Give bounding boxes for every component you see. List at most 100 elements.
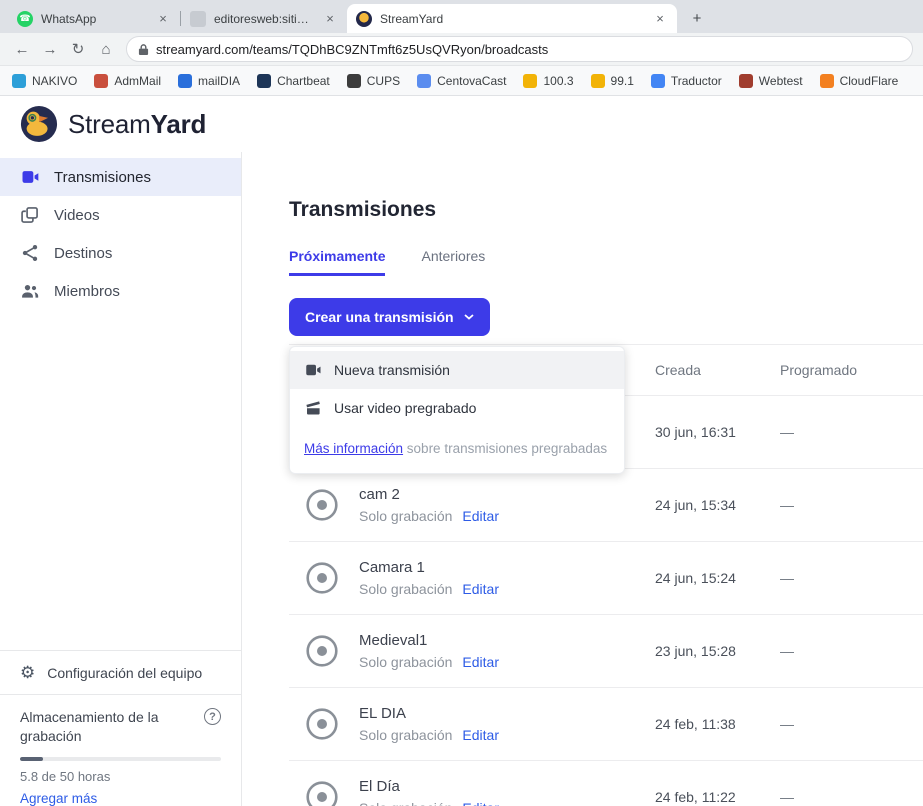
broadcast-type: Solo grabación — [359, 727, 452, 743]
column-created: Creada — [655, 362, 780, 378]
edit-link[interactable]: Editar — [462, 654, 499, 670]
browser-tab-editoresweb[interactable]: editoresweb:sitioweb:eldia.co — [181, 4, 347, 33]
bookmark-icon — [94, 74, 108, 88]
bookmark-label: mailDIA — [198, 74, 240, 88]
bookmark-cups[interactable]: CUPS — [347, 74, 400, 88]
broadcast-title: Camara 1 — [359, 559, 499, 576]
tab-proximamente[interactable]: Próximamente — [289, 248, 385, 276]
bookmark-label: AdmMail — [114, 74, 161, 88]
browser-tab-whatsapp[interactable]: WhatsApp — [8, 4, 180, 33]
bookmark-webtest[interactable]: Webtest — [739, 74, 803, 88]
team-settings-button[interactable]: Configuración del equipo — [0, 650, 241, 694]
help-icon[interactable] — [204, 708, 221, 725]
broadcast-type: Solo grabación — [359, 654, 452, 670]
bookmark-cloudflare[interactable]: CloudFlare — [820, 74, 899, 88]
reload-button[interactable] — [66, 37, 90, 61]
broadcast-meta: Medieval1 Solo grabación Editar — [359, 632, 499, 670]
browser-window: WhatsApp editoresweb:sitioweb:eldia.co S… — [0, 0, 923, 806]
storage-panel: Almacenamiento de la grabación 5.8 de 50… — [0, 694, 241, 806]
broadcast-scheduled: — — [780, 570, 923, 586]
broadcast-scheduled: — — [780, 424, 923, 440]
menu-item-prerecorded-video[interactable]: Usar video pregrabado — [290, 389, 624, 427]
recording-icon — [305, 780, 339, 806]
browser-tab-strip: WhatsApp editoresweb:sitioweb:eldia.co S… — [0, 0, 923, 33]
sidebar: Transmisiones Videos Destinos — [0, 152, 242, 806]
broadcast-info: EL DIA Solo grabación Editar — [289, 705, 655, 743]
broadcast-scheduled: — — [780, 716, 923, 732]
bookmark-label: CentovaCast — [437, 74, 506, 88]
bookmark-label: NAKIVO — [32, 74, 77, 88]
bookmark-icon — [651, 74, 665, 88]
bookmark-icon — [347, 74, 361, 88]
bookmark-100-3[interactable]: 100.3 — [523, 74, 573, 88]
tab-close-icon[interactable] — [322, 11, 338, 27]
table-row[interactable]: El Día Solo grabación Editar 24 feb, 11:… — [289, 761, 923, 806]
bookmark-icon — [739, 74, 753, 88]
brand-yard: Yard — [151, 109, 207, 139]
broadcast-info: Medieval1 Solo grabación Editar — [289, 632, 655, 670]
storage-progress-fill — [20, 757, 43, 761]
bookmark-icon — [12, 74, 26, 88]
sidebar-item-miembros[interactable]: Miembros — [0, 272, 241, 310]
menu-item-label: Usar video pregrabado — [334, 400, 476, 416]
share-icon — [20, 243, 40, 263]
bookmark-icon — [417, 74, 431, 88]
bookmark-icon — [523, 74, 537, 88]
broadcast-scheduled: — — [780, 643, 923, 659]
table-row[interactable]: Camara 1 Solo grabación Editar 24 jun, 1… — [289, 542, 923, 615]
streamyard-icon — [356, 11, 372, 27]
bookmark-traductor[interactable]: Traductor — [651, 74, 722, 88]
bookmark-icon — [591, 74, 605, 88]
lock-icon — [138, 43, 149, 56]
browser-tab-streamyard[interactable]: StreamYard — [347, 4, 677, 33]
new-tab-button[interactable] — [685, 6, 709, 30]
bookmark-maildia[interactable]: mailDIA — [178, 74, 240, 88]
broadcast-created: 24 feb, 11:38 — [655, 716, 780, 732]
bookmark-admmail[interactable]: AdmMail — [94, 74, 161, 88]
video-camera-icon — [20, 167, 40, 187]
recording-icon — [305, 634, 339, 668]
learn-more-link[interactable]: Más información — [304, 441, 403, 456]
bookmark-99-1[interactable]: 99.1 — [591, 74, 634, 88]
app-body: Transmisiones Videos Destinos — [0, 152, 923, 806]
bookmark-label: CloudFlare — [840, 74, 899, 88]
tab-anteriores[interactable]: Anteriores — [421, 248, 485, 276]
brand-stream: Stream — [68, 109, 151, 139]
whatsapp-icon — [17, 11, 33, 27]
bookmark-label: Traductor — [671, 74, 722, 88]
broadcast-title: Medieval1 — [359, 632, 499, 649]
edit-link[interactable]: Editar — [462, 508, 499, 524]
sidebar-spacer — [0, 310, 241, 650]
broadcast-meta: El Día Solo grabación Editar — [359, 778, 499, 806]
forward-button[interactable] — [38, 37, 62, 61]
sidebar-item-destinos[interactable]: Destinos — [0, 234, 241, 272]
create-broadcast-area: Crear una transmisión Nueva transmisión — [289, 298, 490, 336]
table-row[interactable]: Medieval1 Solo grabación Editar 23 jun, … — [289, 615, 923, 688]
bookmark-label: Webtest — [759, 74, 803, 88]
broadcast-created: 24 jun, 15:34 — [655, 497, 780, 513]
edit-link[interactable]: Editar — [462, 581, 499, 597]
sidebar-item-transmisiones[interactable]: Transmisiones — [0, 158, 241, 196]
bookmark-nakivo[interactable]: NAKIVO — [12, 74, 77, 88]
tab-close-icon[interactable] — [155, 11, 171, 27]
add-more-link[interactable]: Agregar más — [20, 791, 221, 806]
bookmark-chartbeat[interactable]: Chartbeat — [257, 74, 330, 88]
home-button[interactable] — [94, 37, 118, 61]
edit-link[interactable]: Editar — [462, 800, 499, 806]
address-bar[interactable]: streamyard.com/teams/TQDhBC9ZNTmft6z5UsQ… — [126, 36, 913, 62]
bookmark-centovacast[interactable]: CentovaCast — [417, 74, 506, 88]
table-row[interactable]: cam 2 Solo grabación Editar 24 jun, 15:3… — [289, 469, 923, 542]
edit-link[interactable]: Editar — [462, 727, 499, 743]
create-broadcast-button[interactable]: Crear una transmisión — [289, 298, 490, 336]
browser-toolbar: streamyard.com/teams/TQDhBC9ZNTmft6z5UsQ… — [0, 33, 923, 66]
broadcast-created: 30 jun, 16:31 — [655, 424, 780, 440]
streamyard-logo — [20, 105, 58, 143]
menu-item-new-broadcast[interactable]: Nueva transmisión — [290, 351, 624, 389]
tab-close-icon[interactable] — [652, 11, 668, 27]
storage-progress — [20, 757, 221, 761]
back-button[interactable] — [10, 37, 34, 61]
main-content: Transmisiones Próximamente Anteriores Cr… — [242, 152, 923, 806]
broadcast-type: Solo grabación — [359, 581, 452, 597]
table-row[interactable]: EL DIA Solo grabación Editar 24 feb, 11:… — [289, 688, 923, 761]
sidebar-item-videos[interactable]: Videos — [0, 196, 241, 234]
